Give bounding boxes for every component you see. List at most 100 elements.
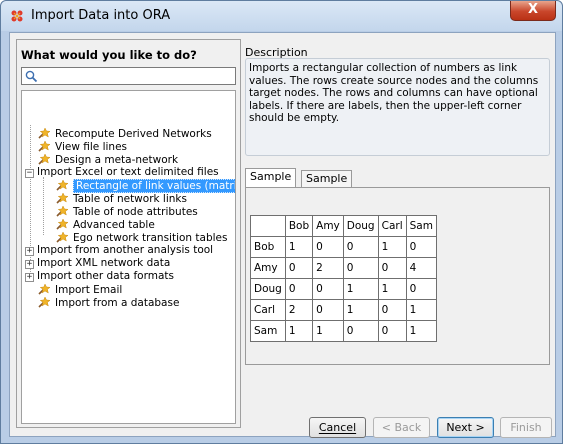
tree-leaf-item[interactable]: Table of node attributes (56, 205, 198, 218)
wand-icon (38, 153, 51, 165)
search-input[interactable] (21, 67, 236, 85)
matrix-cell: 1 (284, 320, 314, 342)
matrix-header-cell: Bob (284, 215, 314, 237)
matrix-header-cell: Doug (342, 215, 379, 237)
tree-item-label: Import XML network data (37, 257, 171, 269)
task-question-label: What would you like to do? (21, 48, 197, 62)
matrix-header-cell (250, 215, 286, 237)
wand-icon (56, 179, 69, 191)
matrix-cell: 1 (377, 278, 407, 300)
matrix-cell: 0 (342, 320, 379, 342)
matrix-cell: 1 (377, 236, 407, 258)
matrix-cell: 1 (405, 320, 437, 342)
wand-icon (56, 218, 69, 230)
matrix-row-label: Sam (250, 320, 286, 342)
close-icon: X (527, 2, 539, 17)
wand-icon (38, 140, 51, 152)
tree-item-label: Import Excel or text delimited files (37, 166, 219, 178)
matrix-row-label: Carl (250, 299, 286, 321)
wand-icon (38, 127, 51, 139)
finish-button-label: Finish (510, 421, 542, 434)
matrix-row: Bob 1 0 0 1 0 (250, 236, 437, 258)
tree-leaf-item[interactable]: View file lines (38, 140, 127, 153)
expand-toggle-icon[interactable]: + (25, 260, 34, 269)
back-button-label: < Back (381, 421, 422, 434)
tree-group-item[interactable]: + Import XML network data (25, 257, 170, 270)
matrix-cell: 1 (284, 236, 314, 258)
description-text: Imports a rectangular collection of numb… (249, 62, 539, 124)
matrix-cell: 1 (312, 320, 344, 342)
window-title: Import Data into ORA (31, 8, 171, 23)
collapse-toggle-icon[interactable]: − (25, 169, 34, 178)
tree-leaf-item[interactable]: Import from a database (38, 296, 179, 309)
tree-leaf-item[interactable]: Table of network links (56, 192, 187, 205)
matrix-cell: 0 (377, 257, 407, 279)
tree-item-label: Rectangle of link values (matrix) (73, 179, 235, 193)
matrix-cell: 0 (377, 299, 407, 321)
tree-item-label: Advanced table (73, 219, 155, 231)
tree-leaf-item[interactable]: Recompute Derived Networks (38, 127, 212, 140)
tree-leaf-item[interactable]: Design a meta-network (38, 153, 178, 166)
matrix-row: Sam 1 1 0 0 1 (250, 320, 437, 342)
ora-app-icon (11, 10, 23, 22)
tree-leaf-item[interactable]: Ego network transition tables (56, 231, 227, 244)
import-dialog-window: Import Data into ORA X What would you li… (0, 0, 563, 444)
matrix-cell: 0 (284, 257, 314, 279)
title-bar[interactable]: Import Data into ORA X (1, 1, 562, 31)
matrix-cell: 0 (405, 236, 437, 258)
matrix-cell: 1 (342, 299, 379, 321)
sample-matrix-table: Bob Amy Doug Carl Sam Bob 1 0 0 1 0 Amy 0 2 0 0 4 Doug 0 0 1… (250, 215, 437, 342)
tree-item-label: Import Email (55, 284, 123, 296)
matrix-row: Doug 0 0 1 1 0 (250, 278, 437, 300)
matrix-cell: 0 (342, 257, 379, 279)
expand-toggle-icon[interactable]: + (25, 273, 34, 282)
back-button[interactable]: < Back (373, 417, 430, 438)
search-icon (25, 70, 38, 83)
wand-icon (38, 296, 51, 308)
next-button[interactable]: Next > (437, 417, 494, 438)
matrix-cell: 0 (312, 236, 344, 258)
next-button-label: Next > (446, 421, 485, 434)
wand-icon (56, 231, 69, 243)
tab-sample-2[interactable]: Sample 2 (301, 170, 353, 201)
tree-leaf-item[interactable]: Advanced table (56, 218, 155, 231)
close-button[interactable]: X (510, 1, 556, 21)
matrix-row: Amy 0 2 0 0 4 (250, 257, 437, 279)
tree-item-label: Table of network links (73, 193, 187, 205)
matrix-cell: 0 (312, 278, 344, 300)
finish-button[interactable]: Finish (500, 417, 552, 438)
tab-sample-1[interactable]: Sample 1 (245, 168, 297, 199)
tree-group-item[interactable]: − Import Excel or text delimited files (25, 166, 219, 179)
matrix-row-label: Bob (250, 236, 286, 258)
wand-icon (56, 205, 69, 217)
cancel-button-label: Cancel (318, 421, 357, 434)
tree-leaf-item[interactable]: Import Email (38, 283, 122, 296)
description-box: Imports a rectangular collection of numb… (245, 58, 550, 156)
matrix-cell: 0 (377, 320, 407, 342)
matrix-cell: 0 (284, 278, 314, 300)
import-options-tree[interactable]: Recompute Derived Networks View file line… (21, 90, 236, 424)
tree-item-label: Table of node attributes (73, 206, 198, 218)
expand-toggle-icon[interactable]: + (25, 247, 34, 256)
tree-group-item[interactable]: + Import from another analysis tool (25, 244, 213, 257)
sample-tab-panel: Bob Amy Doug Carl Sam Bob 1 0 0 1 0 Amy 0 2 0 0 4 Doug 0 0 1… (245, 187, 550, 365)
matrix-row: Carl 2 0 1 0 1 (250, 299, 437, 321)
matrix-row-label: Amy (250, 257, 286, 279)
matrix-cell: 2 (312, 257, 344, 279)
matrix-cell: 1 (405, 299, 437, 321)
cancel-button[interactable]: Cancel (309, 417, 366, 438)
tree-group-item[interactable]: + Import other data formats (25, 270, 174, 283)
tree-item-label: Ego network transition tables (73, 232, 228, 244)
matrix-header-cell: Carl (377, 215, 407, 237)
tree-connector-line (43, 177, 44, 235)
wand-icon (56, 192, 69, 204)
tree-item-label: Import other data formats (37, 270, 174, 282)
matrix-header-row: Bob Amy Doug Carl Sam (250, 215, 437, 237)
matrix-cell: 0 (312, 299, 344, 321)
tree-item-label: Import from another analysis tool (37, 244, 214, 256)
tree-leaf-item[interactable]: Rectangle of link values (matrix) (56, 179, 235, 193)
tree-item-label: Import from a database (55, 297, 180, 309)
matrix-cell: 0 (405, 278, 437, 300)
matrix-cell: 1 (342, 278, 379, 300)
matrix-cell: 4 (405, 257, 437, 279)
